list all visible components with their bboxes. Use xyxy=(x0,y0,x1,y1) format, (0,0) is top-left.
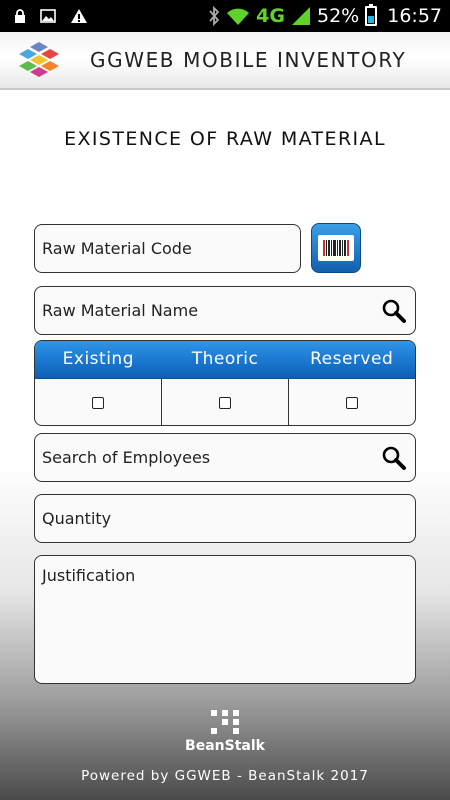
column-reserved: Reserved xyxy=(310,349,394,369)
bluetooth-icon xyxy=(209,6,220,26)
employee-search-field[interactable]: Search of Employees xyxy=(34,433,416,482)
signal-icon xyxy=(292,7,310,25)
lock-icon xyxy=(15,9,25,23)
column-theoric: Theoric xyxy=(191,349,259,369)
quantity-field[interactable]: Quantity xyxy=(34,494,416,543)
search-icon[interactable] xyxy=(381,298,407,324)
raw-material-code-placeholder: Raw Material Code xyxy=(42,239,192,258)
existing-value-cell xyxy=(35,379,162,425)
beanstalk-logo: BeanStalk xyxy=(0,708,450,754)
justification-field[interactable]: Justification xyxy=(34,555,416,684)
barcode-scan-button[interactable] xyxy=(311,223,361,273)
stock-table-header: Existing Theoric Reserved xyxy=(35,341,415,379)
footer-text: Powered by GGWEB - BeanStalk 2017 xyxy=(81,768,369,784)
theoric-value-box xyxy=(219,396,231,409)
stock-table: Existing Theoric Reserved xyxy=(34,340,416,426)
beanstalk-logo-icon xyxy=(211,710,239,734)
reserved-value-cell xyxy=(289,379,415,425)
raw-material-name-field[interactable]: Raw Material Name xyxy=(34,286,416,335)
page-title: EXISTENCE OF RAW MATERIAL xyxy=(64,128,386,150)
search-icon[interactable] xyxy=(381,445,407,471)
justification-placeholder: Justification xyxy=(42,566,136,585)
warning-icon xyxy=(71,9,87,23)
battery-percent: 52% xyxy=(317,5,360,27)
beanstalk-name: BeanStalk xyxy=(185,738,265,754)
employee-search-placeholder: Search of Employees xyxy=(42,448,211,467)
stock-table-row xyxy=(35,379,415,425)
clock: 16:57 xyxy=(387,5,442,27)
barcode-icon xyxy=(318,235,354,261)
battery-icon xyxy=(365,4,378,26)
app-header: GGWEB MOBILE INVENTORY xyxy=(0,32,450,90)
image-icon xyxy=(40,9,56,23)
network-type: 4G xyxy=(256,5,285,27)
app-title: GGWEB MOBILE INVENTORY xyxy=(90,48,407,72)
reserved-value-box xyxy=(346,396,358,409)
existing-value-box xyxy=(92,396,104,409)
theoric-value-cell xyxy=(162,379,289,425)
status-bar: 4G 52% 16:57 xyxy=(0,0,450,32)
column-existing: Existing xyxy=(62,349,134,369)
wifi-icon xyxy=(227,8,250,25)
raw-material-code-field[interactable]: Raw Material Code xyxy=(34,224,301,273)
cube-logo-icon xyxy=(19,42,59,77)
raw-material-name-placeholder: Raw Material Name xyxy=(42,301,199,320)
quantity-placeholder: Quantity xyxy=(42,509,112,528)
